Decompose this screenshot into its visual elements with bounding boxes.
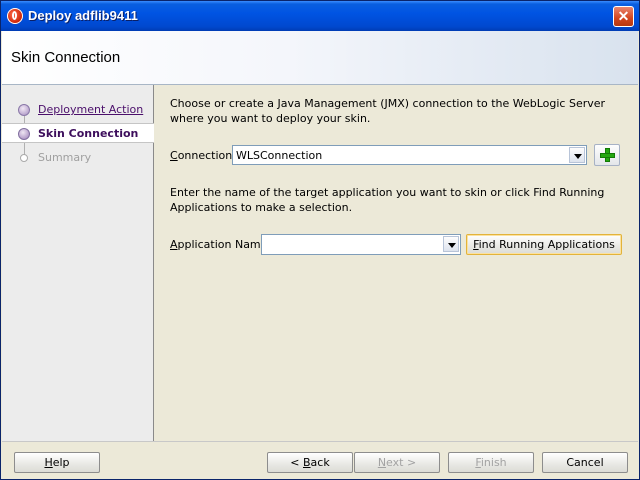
step-future-icon xyxy=(20,154,28,162)
connection-value: WLSConnection xyxy=(236,149,323,162)
nav-item-deployment-action[interactable]: Deployment Action xyxy=(2,100,154,120)
application-name-label: Application Name: xyxy=(170,238,272,251)
application-intro-text: Enter the name of the target application… xyxy=(170,186,605,214)
connection-combobox[interactable]: WLSConnection xyxy=(232,145,587,165)
connection-label: Connection: xyxy=(170,149,236,162)
nav-item-skin-connection[interactable]: Skin Connection xyxy=(2,123,154,143)
chevron-down-icon[interactable] xyxy=(443,236,459,252)
finish-button[interactable]: Finish xyxy=(448,452,534,473)
nav-item-label: Skin Connection xyxy=(38,127,139,140)
page-header: Skin Connection xyxy=(2,31,638,85)
chevron-down-icon[interactable] xyxy=(569,147,585,163)
back-button[interactable]: < Back xyxy=(267,452,353,473)
cancel-button[interactable]: Cancel xyxy=(542,452,628,473)
page-title: Skin Connection xyxy=(11,49,121,66)
help-button[interactable]: Help xyxy=(14,452,100,473)
footer-divider xyxy=(2,441,638,442)
step-current-icon xyxy=(18,128,30,140)
wizard-nav: Deployment Action Skin Connection Summar… xyxy=(2,85,154,441)
deploy-dialog: Deploy adflib9411 ✕ Skin Connection Depl… xyxy=(0,0,640,480)
application-name-combobox[interactable] xyxy=(261,234,461,255)
oracle-app-icon xyxy=(7,8,23,24)
content-panel: Choose or create a Java Management (JMX)… xyxy=(155,85,639,441)
close-icon: ✕ xyxy=(617,8,630,24)
find-running-applications-button[interactable]: Find Running Applications xyxy=(466,234,622,255)
nav-item-label: Deployment Action xyxy=(38,103,144,116)
window-title: Deploy adflib9411 xyxy=(28,8,138,23)
next-button[interactable]: Next > xyxy=(354,452,440,473)
nav-item-label: Summary xyxy=(38,151,92,164)
title-bar[interactable]: Deploy adflib9411 ✕ xyxy=(1,1,639,31)
nav-item-summary: Summary xyxy=(2,148,154,168)
intro-text: Choose or create a Java Management (JMX)… xyxy=(170,97,606,125)
add-connection-button[interactable] xyxy=(594,144,620,166)
close-button[interactable]: ✕ xyxy=(613,6,634,27)
step-done-icon xyxy=(18,104,30,116)
